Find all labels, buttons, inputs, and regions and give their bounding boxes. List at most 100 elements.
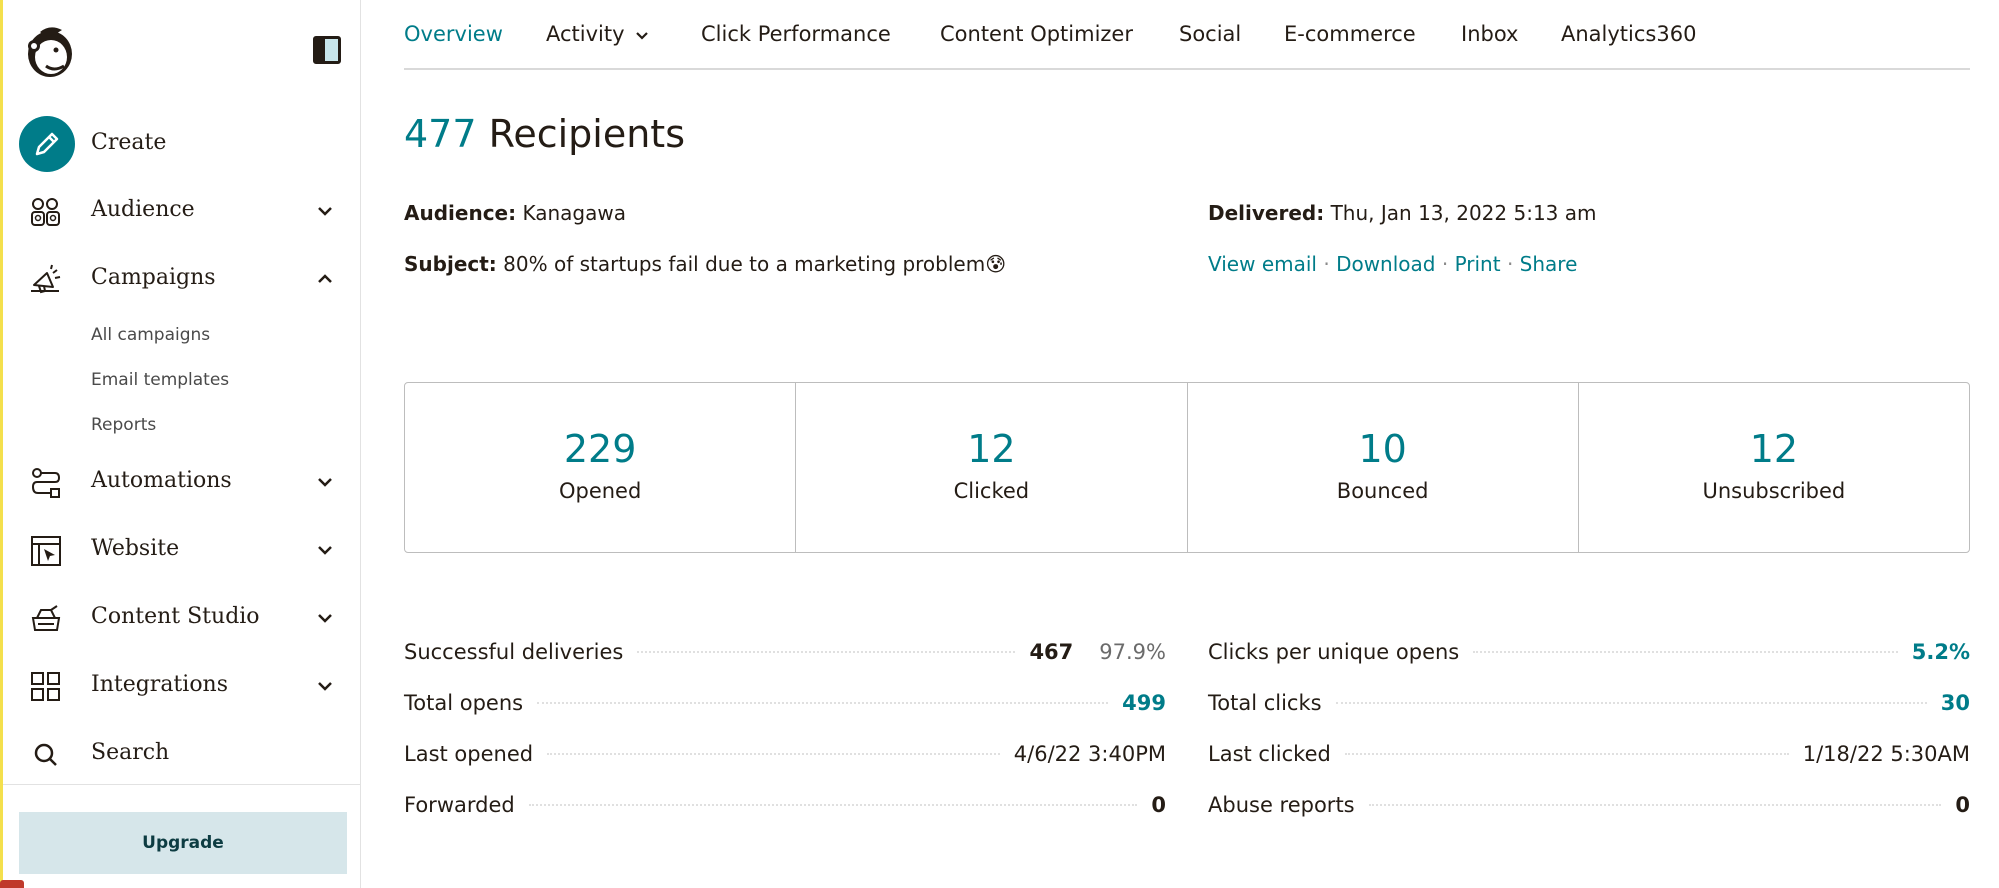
audience-label: Audience: [404, 201, 517, 225]
dotted-leader [1344, 753, 1789, 755]
stat-label: Opened [558, 479, 642, 503]
delivered-line: Delivered: Thu, Jan 13, 2022 5:13 am [1208, 201, 1597, 225]
tab-e-commerce[interactable]: E-commerce [1284, 22, 1416, 46]
metric-clicks-per-unique-opens: Clicks per unique opens 5.2% [1208, 640, 1970, 670]
sidebar: Create Audience Campaigns All campaigns … [3, 0, 361, 888]
collapse-icon [316, 39, 325, 61]
sidebar-item-automations[interactable]: Automations [3, 454, 361, 510]
sidebar-item-integrations[interactable]: Integrations [3, 658, 361, 714]
sidebar-item-audience[interactable]: Audience [3, 183, 361, 239]
tab-analytics360[interactable]: Analytics360 [1561, 22, 1696, 46]
stat-label: Unsubscribed [1702, 479, 1846, 503]
stat-opened[interactable]: 229 Opened [405, 383, 797, 552]
sidebar-divider [3, 784, 361, 785]
sidebar-item-label: Create [91, 130, 167, 155]
print-link[interactable]: Print [1455, 252, 1501, 276]
page-title: 477 Recipients [404, 112, 685, 156]
chevron-down-icon [635, 32, 648, 40]
tab-inbox[interactable]: Inbox [1461, 22, 1518, 46]
sidebar-item-website[interactable]: Website [3, 522, 361, 578]
metric-last-clicked: Last clicked 1/18/22 5:30AM [1208, 742, 1970, 772]
tab-click-performance[interactable]: Click Performance [701, 22, 891, 46]
sidebar-item-search[interactable]: Search [3, 726, 361, 782]
chevron-down-icon [318, 682, 332, 691]
tab-activity[interactable]: Activity [546, 22, 649, 46]
recipient-label: Recipients [488, 112, 685, 156]
metric-label: Clicks per unique opens [1208, 640, 1460, 664]
chevron-down-icon [318, 207, 332, 216]
metric-label: Last opened [404, 742, 534, 766]
metric-label: Last clicked [1208, 742, 1331, 766]
grid-icon [31, 672, 60, 701]
view-email-link[interactable]: View email [1208, 252, 1317, 276]
delivered-label: Delivered: [1208, 201, 1325, 225]
sidebar-item-label: Search [91, 740, 170, 765]
pencil-icon [35, 132, 59, 156]
mailchimp-logo-icon[interactable] [20, 22, 76, 80]
metric-successful-deliveries: Successful deliveries 467 97.9% [404, 640, 1166, 670]
sidebar-subitem-all-campaigns[interactable]: All campaigns [91, 325, 210, 345]
sidebar-item-content-studio[interactable]: Content Studio [3, 590, 361, 646]
metric-total-clicks: Total clicks 30 [1208, 691, 1970, 721]
stat-bounced[interactable]: 10 Bounced [1188, 383, 1579, 552]
content-studio-icon [31, 605, 61, 631]
audience-line: Audience: Kanagawa [404, 201, 626, 225]
metric-value: 1/18/22 5:30AM [1802, 742, 1970, 766]
stats-summary: 229 Opened 12 Clicked 10 Bounced 12 Unsu… [404, 382, 1970, 553]
metric-value: 0 [1151, 793, 1166, 817]
dotted-leader [537, 702, 1109, 704]
email-actions: View email · Download · Print · Share [1208, 252, 1577, 276]
sidebar-item-campaigns[interactable]: Campaigns [3, 251, 361, 307]
metric-label: Forwarded [404, 793, 515, 817]
download-link[interactable]: Download [1336, 252, 1435, 276]
sidebar-item-label: Campaigns [91, 265, 216, 290]
tab-label: Activity [546, 22, 625, 46]
chevron-down-icon [318, 614, 332, 623]
metric-value[interactable]: 30 [1941, 691, 1970, 715]
stat-value: 229 [563, 427, 637, 471]
metric-label: Total opens [404, 691, 524, 715]
link-separator: · [1323, 252, 1330, 276]
tab-social[interactable]: Social [1179, 22, 1241, 46]
tab-overview[interactable]: Overview [404, 22, 503, 46]
sidebar-subitem-email-templates[interactable]: Email templates [91, 370, 229, 390]
tab-content-optimizer[interactable]: Content Optimizer [940, 22, 1133, 46]
subject-value: 80% of startups fail due to a marketing … [503, 252, 1007, 276]
sidebar-item-create[interactable]: Create [3, 115, 361, 172]
upgrade-button[interactable]: Upgrade [19, 812, 347, 874]
website-icon [31, 536, 61, 566]
metric-value: 467 [1029, 640, 1074, 664]
dotted-leader [1473, 651, 1898, 653]
metric-last-opened: Last opened 4/6/22 3:40PM [404, 742, 1166, 772]
subject-label: Subject: [404, 252, 497, 276]
stat-label: Bounced [1336, 479, 1429, 503]
automations-icon [31, 468, 61, 498]
share-link[interactable]: Share [1520, 252, 1578, 276]
metric-abuse-reports: Abuse reports 0 [1208, 793, 1970, 823]
link-separator: · [1441, 252, 1449, 276]
report-tabs: Overview Activity Click Performance Cont… [404, 0, 1970, 70]
stat-unsubscribed[interactable]: 12 Unsubscribed [1579, 383, 1969, 552]
metric-label: Successful deliveries [404, 640, 624, 664]
dotted-leader [637, 651, 1016, 653]
metric-value: 4/6/22 3:40PM [1013, 742, 1166, 766]
sidebar-subitem-reports[interactable]: Reports [91, 415, 156, 435]
stat-clicked[interactable]: 12 Clicked [796, 383, 1188, 552]
corner-mark [0, 880, 24, 888]
sidebar-item-label: Integrations [91, 672, 229, 697]
dotted-leader [547, 753, 1000, 755]
chevron-down-icon [318, 478, 332, 487]
metric-value[interactable]: 499 [1122, 691, 1166, 715]
subject-line: Subject: 80% of startups fail due to a m… [404, 252, 1006, 276]
stat-label: Clicked [953, 479, 1030, 503]
metric-total-opens: Total opens 499 [404, 691, 1166, 721]
metric-value: 5.2% [1911, 640, 1970, 664]
metric-label: Total clicks [1208, 691, 1322, 715]
dotted-leader [1335, 702, 1927, 704]
dotted-leader [1368, 804, 1942, 806]
megaphone-icon [31, 264, 61, 294]
sidebar-item-label: Audience [91, 197, 195, 222]
sidebar-collapse-button[interactable] [313, 36, 341, 64]
metric-label: Abuse reports [1208, 793, 1355, 817]
stat-value: 12 [1749, 427, 1799, 471]
